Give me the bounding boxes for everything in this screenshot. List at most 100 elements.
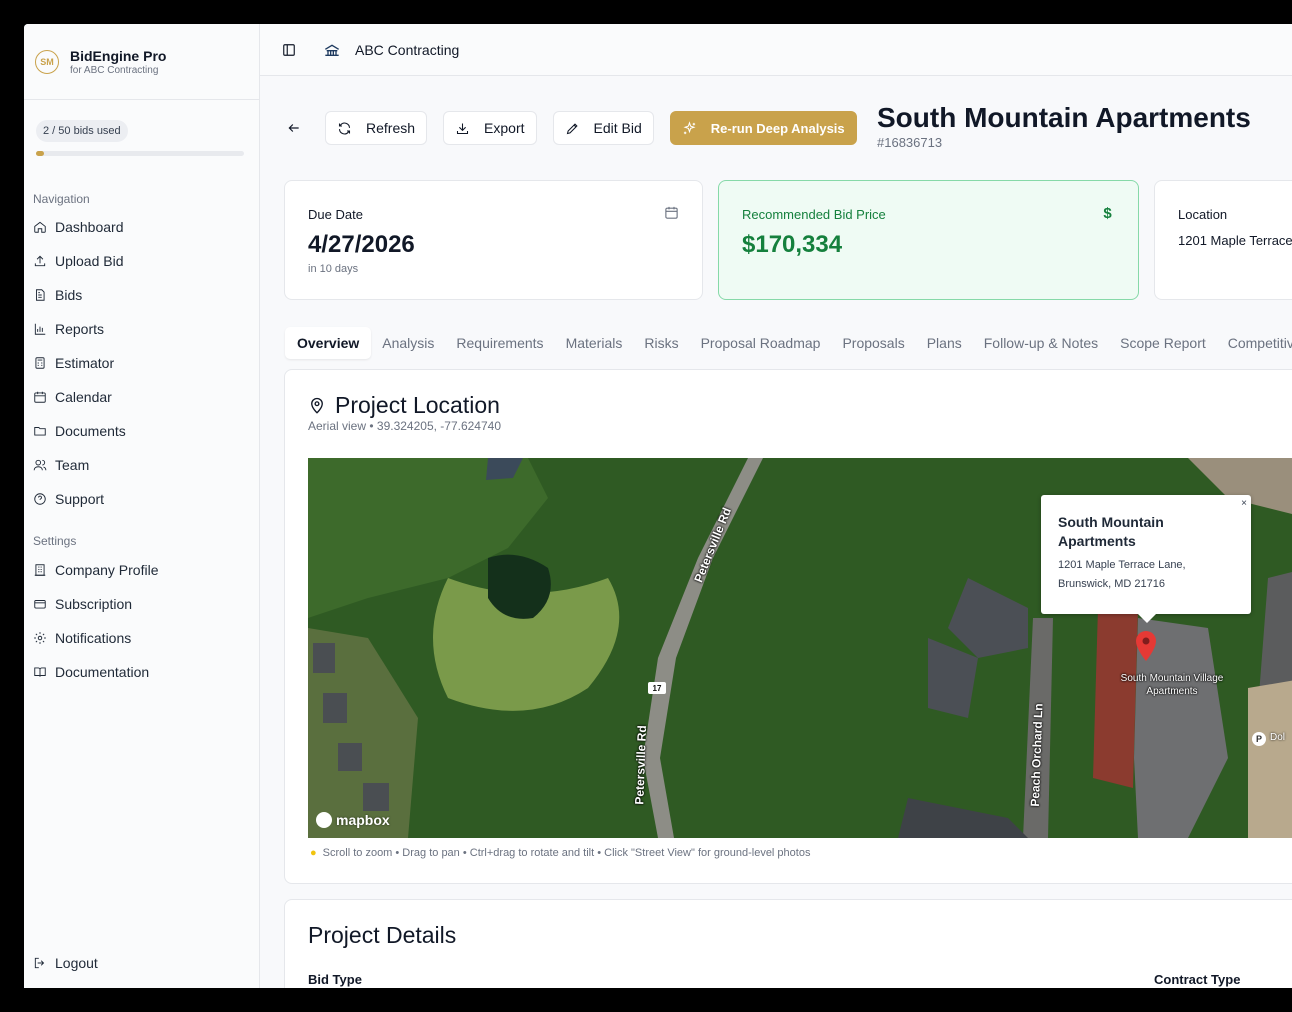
tab-analysis[interactable]: Analysis xyxy=(371,327,445,359)
project-location-title: Project Location xyxy=(335,392,500,418)
sidebar-item-label: Subscription xyxy=(55,596,133,612)
bid-id: #16836713 xyxy=(877,135,943,150)
back-button[interactable] xyxy=(284,111,304,145)
top-bar: ABC Contracting xyxy=(260,24,1292,76)
sidebar-item-support[interactable]: Support xyxy=(24,482,260,516)
aerial-map[interactable]: Petersville Rd Petersville Rd Peach Orch… xyxy=(308,458,1292,838)
mapbox-wordmark: mapbox xyxy=(336,812,390,828)
popup-address: 1201 Maple Terrace Lane, Brunswick, MD 2… xyxy=(1058,559,1186,590)
edit-bid-label: Edit Bid xyxy=(593,120,642,136)
rerun-analysis-button[interactable]: Re-run Deep Analysis xyxy=(669,111,857,145)
poi-label-apartments: South Mountain Village Apartments xyxy=(1120,673,1224,697)
sidebar-item-documents[interactable]: Documents xyxy=(24,414,260,448)
sidebar-item-label: Bids xyxy=(55,287,83,303)
tab-overview[interactable]: Overview xyxy=(285,327,372,359)
credit-card-icon xyxy=(33,597,47,611)
tab-risks[interactable]: Risks xyxy=(633,327,689,359)
map-pin-icon xyxy=(311,397,323,414)
location-value: 1201 Maple Terrace xyxy=(1178,233,1292,248)
export-label: Export xyxy=(484,120,525,136)
gear-icon xyxy=(33,631,47,645)
export-button[interactable]: Export xyxy=(443,111,537,145)
route-shield: 17 xyxy=(648,682,666,694)
sidebar-item-label: Documents xyxy=(55,423,126,439)
sidebar-item-label: Calendar xyxy=(55,389,112,405)
sidebar-item-notifications[interactable]: Notifications xyxy=(24,621,260,655)
project-location-heading: Project Location xyxy=(308,392,500,419)
sidebar-item-reports[interactable]: Reports xyxy=(24,312,260,346)
app-window: SM BidEngine Pro for ABC Contracting 2 /… xyxy=(24,24,1292,988)
dollar-icon: $ xyxy=(1103,205,1112,222)
file-icon xyxy=(33,288,47,302)
sidebar-item-label: Notifications xyxy=(55,630,132,646)
device-frame: SM BidEngine Pro for ABC Contracting 2 /… xyxy=(0,0,1292,1012)
parking-icon: P xyxy=(1252,732,1266,746)
mapbox-logo[interactable]: mapbox xyxy=(316,812,390,828)
poi-label-dol: Dol xyxy=(1270,732,1286,743)
nav-section-label: Navigation xyxy=(33,192,90,206)
sidebar-item-bids[interactable]: Bids xyxy=(24,278,260,312)
upload-icon xyxy=(33,254,47,268)
location-label: Location xyxy=(1178,207,1228,222)
brand[interactable]: SM BidEngine Pro for ABC Contracting xyxy=(24,24,259,100)
sidebar-item-team[interactable]: Team xyxy=(24,448,260,482)
sidebar-item-label: Documentation xyxy=(55,664,150,680)
brand-subtitle: for ABC Contracting xyxy=(70,64,159,76)
tab-scope-report[interactable]: Scope Report xyxy=(1109,327,1217,359)
tab-follow-up-notes[interactable]: Follow-up & Notes xyxy=(973,327,1109,359)
recommended-price-value: $170,334 xyxy=(742,231,843,258)
tab-materials[interactable]: Materials xyxy=(555,327,634,359)
download-icon xyxy=(457,123,469,134)
rerun-analysis-label: Re-run Deep Analysis xyxy=(710,120,845,136)
tab-requirements[interactable]: Requirements xyxy=(445,327,554,359)
sidebar-item-label: Dashboard xyxy=(55,219,124,235)
page-title: South Mountain Apartments xyxy=(877,102,1251,133)
settings-section-label: Settings xyxy=(33,534,77,548)
tab-bar: Overview Analysis Requirements Materials… xyxy=(285,325,1292,361)
bar-chart-icon xyxy=(33,322,47,336)
due-date-remaining: in 10 days xyxy=(308,263,359,275)
organization-name: ABC Contracting xyxy=(355,41,460,58)
popup-close-button[interactable]: × xyxy=(1241,498,1247,509)
sidebar-item-documentation[interactable]: Documentation xyxy=(24,655,260,689)
refresh-button[interactable]: Refresh xyxy=(325,111,428,145)
sidebar-item-calendar[interactable]: Calendar xyxy=(24,380,260,414)
project-details-title: Project Details xyxy=(308,922,457,948)
calculator-icon xyxy=(33,356,47,370)
tab-competitive-intel[interactable]: Competitive Int xyxy=(1217,327,1292,359)
tab-plans[interactable]: Plans xyxy=(916,327,973,359)
map-popup: × South Mountain Apartments 1201 Maple T… xyxy=(1041,495,1251,623)
usage-progress-fill xyxy=(36,151,45,156)
tab-proposals[interactable]: Proposals xyxy=(831,327,915,359)
project-location-subtitle: Aerial view • 39.324205, -77.624740 xyxy=(308,419,502,433)
logout-label: Logout xyxy=(55,955,98,971)
arrow-left-icon xyxy=(288,124,299,132)
calendar-icon xyxy=(665,206,678,219)
popup-title: South Mountain Apartments xyxy=(1058,514,1164,549)
usage-progress-bar xyxy=(36,151,244,156)
map-hint-text: Scroll to zoom • Drag to pan • Ctrl+drag… xyxy=(322,847,811,859)
sidebar-item-company-profile[interactable]: Company Profile xyxy=(24,553,260,587)
usage-badge: 2 / 50 bids used xyxy=(36,120,128,142)
action-toolbar: Refresh Export Edit Bid Re-run Deep Anal… xyxy=(284,111,873,145)
due-date-label: Due Date xyxy=(308,207,363,222)
map-hint: ● Scroll to zoom • Drag to pan • Ctrl+dr… xyxy=(310,847,810,859)
logout-icon xyxy=(33,956,47,970)
calendar-icon xyxy=(33,390,47,404)
map-pin-marker-icon[interactable] xyxy=(1134,630,1158,662)
brand-name: BidEngine Pro xyxy=(70,47,167,64)
building-icon xyxy=(33,563,47,577)
sidebar-item-estimator[interactable]: Estimator xyxy=(24,346,260,380)
edit-bid-button[interactable]: Edit Bid xyxy=(552,111,654,145)
project-header: South Mountain Apartments #16836713 xyxy=(877,102,1251,150)
users-icon xyxy=(33,458,47,472)
sidebar-toggle-icon[interactable] xyxy=(282,43,296,57)
logout-button[interactable]: Logout xyxy=(24,946,260,980)
sparkles-icon xyxy=(683,120,696,134)
lightbulb-icon: ● xyxy=(310,847,317,859)
sidebar-item-upload-bid[interactable]: Upload Bid xyxy=(24,244,260,278)
tab-proposal-roadmap[interactable]: Proposal Roadmap xyxy=(690,327,832,359)
home-icon xyxy=(33,220,47,234)
sidebar-item-dashboard[interactable]: Dashboard xyxy=(24,210,260,244)
sidebar-item-subscription[interactable]: Subscription xyxy=(24,587,260,621)
